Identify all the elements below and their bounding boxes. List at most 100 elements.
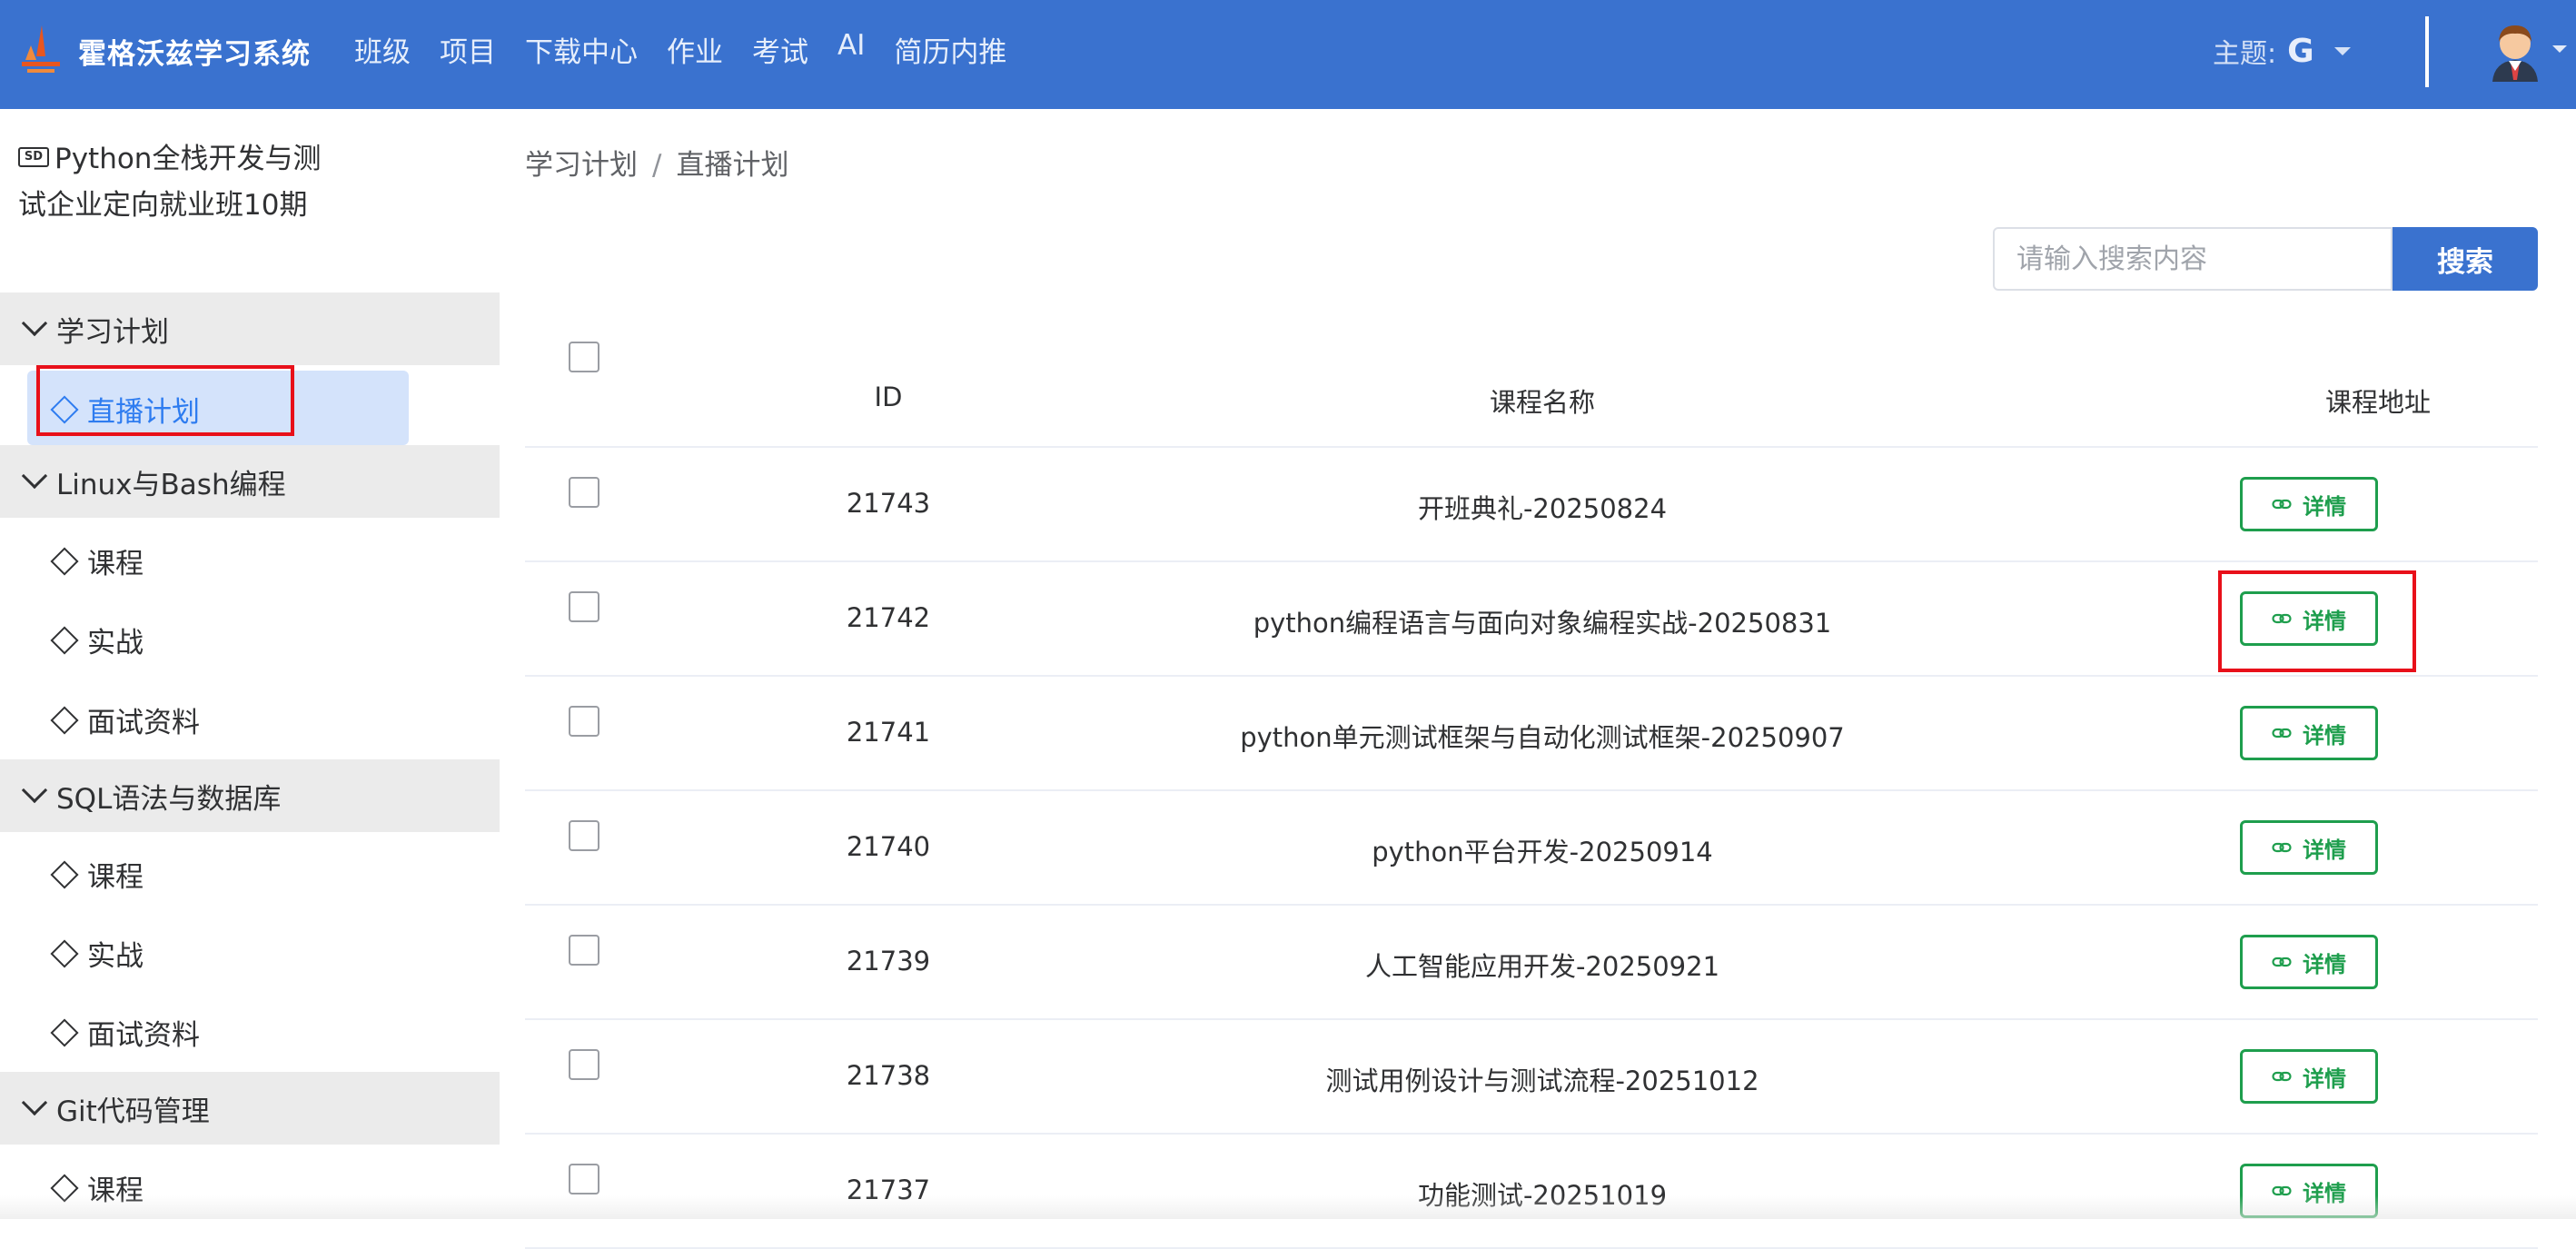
row-checkbox[interactable]: [569, 706, 599, 737]
bottom-fade: [0, 1195, 2576, 1219]
row-id: 21738: [846, 1060, 931, 1091]
breadcrumb-separator: /: [652, 149, 662, 182]
top-header: 霍格沃兹学习系统 班级 项目 下载中心 作业 考试 AI 简历内推 主题: G: [0, 0, 2576, 109]
sidebar-group-label: SQL语法与数据库: [56, 782, 282, 816]
sidebar-group-git[interactable]: Git代码管理: [0, 1072, 500, 1145]
sidebar-group-study-plan[interactable]: 学习计划: [0, 292, 500, 365]
sidebar-group-label: Git代码管理: [56, 1095, 210, 1128]
sidebar-item-sql-practice[interactable]: 实战: [50, 933, 144, 974]
row-name: 开班典礼-20250824: [1417, 493, 1668, 524]
header-url: 课程地址: [2324, 387, 2431, 418]
table-row: 21739 人工智能应用开发-20250921 详情: [525, 906, 2538, 1020]
chevron-down-icon: [21, 310, 48, 337]
sidebar-item-linux-practice[interactable]: 实战: [50, 620, 144, 660]
detail-label: 详情: [2303, 837, 2346, 863]
detail-button[interactable]: 详情: [2240, 820, 2378, 875]
course-title-text: Python全栈开发与测试企业定向就业班10期: [18, 143, 322, 222]
row-id: 21743: [846, 488, 931, 519]
row-checkbox[interactable]: [569, 591, 599, 622]
row-checkbox[interactable]: [569, 820, 599, 851]
link-icon: [2272, 957, 2292, 967]
table-row: 21737 功能测试-20251019 详情: [525, 1135, 2538, 1249]
row-id: 21741: [846, 717, 931, 748]
brand-title[interactable]: 霍格沃兹学习系统: [78, 31, 311, 72]
row-name: 测试用例设计与测试流程-20251012: [1325, 1066, 1759, 1096]
row-name: 人工智能应用开发-20250921: [1364, 951, 1720, 982]
row-id: 21742: [846, 602, 931, 633]
table-row: 21740 python平台开发-20250914 详情: [525, 791, 2538, 906]
row-checkbox[interactable]: [569, 1164, 599, 1194]
sidebar-item-label: 课程: [87, 548, 144, 580]
nav-resume[interactable]: 简历内推: [894, 29, 1006, 70]
table-row: 21743 开班典礼-20250824 详情: [525, 448, 2538, 562]
theme-switcher[interactable]: 主题: G: [2213, 31, 2351, 71]
nav-project[interactable]: 项目: [440, 29, 496, 70]
chevron-down-icon: [21, 1089, 48, 1116]
link-icon: [2272, 842, 2292, 853]
sidebar-item-label: 面试资料: [87, 707, 200, 739]
row-id: 21739: [846, 946, 931, 976]
diamond-icon: [50, 1017, 79, 1047]
sidebar-group-sql[interactable]: SQL语法与数据库: [0, 759, 500, 832]
detail-label: 详情: [2303, 493, 2346, 520]
diamond-icon: [50, 546, 79, 576]
highlight-box-live-plan: [36, 365, 294, 436]
sidebar-group-label: Linux与Bash编程: [56, 468, 286, 501]
diamond-icon: [50, 938, 79, 968]
highlight-box-detail: [2218, 570, 2416, 672]
chevron-down-icon: [21, 462, 48, 490]
theme-label: 主题:: [2213, 38, 2277, 70]
course-badge: SD: [18, 146, 49, 167]
avatar[interactable]: [2487, 16, 2543, 82]
sidebar: SD Python全栈开发与测试企业定向就业班10期 学习计划 直播计划 Linu…: [0, 109, 500, 1219]
detail-button[interactable]: 详情: [2240, 935, 2378, 989]
diamond-icon: [50, 705, 79, 735]
detail-button[interactable]: 详情: [2240, 1049, 2378, 1104]
table-row: 21741 python单元测试框架与自动化测试框架-20250907 详情: [525, 677, 2538, 791]
search-input[interactable]: [1993, 227, 2393, 291]
select-all-checkbox[interactable]: [569, 342, 599, 372]
link-icon: [2272, 728, 2292, 738]
table-header: ID 课程名称 课程地址: [525, 327, 2538, 448]
diamond-icon: [50, 625, 79, 655]
row-checkbox[interactable]: [569, 477, 599, 508]
row-name: python单元测试框架与自动化测试框架-20250907: [1240, 722, 1845, 753]
diamond-icon: [50, 859, 79, 889]
detail-label: 详情: [2303, 951, 2346, 977]
table-row: 21738 测试用例设计与测试流程-20251012 详情: [525, 1020, 2538, 1135]
chevron-down-icon: [21, 777, 48, 804]
header-divider: [2425, 16, 2429, 87]
nav-class[interactable]: 班级: [354, 29, 411, 70]
nav-download[interactable]: 下载中心: [525, 29, 638, 70]
sidebar-item-linux-interview[interactable]: 面试资料: [50, 699, 200, 740]
row-checkbox[interactable]: [569, 1049, 599, 1080]
sidebar-item-sql-course[interactable]: 课程: [50, 854, 144, 895]
nav-homework[interactable]: 作业: [667, 29, 723, 70]
main-nav: 班级 项目 下载中心 作业 考试 AI 简历内推: [354, 29, 1035, 70]
detail-button[interactable]: 详情: [2240, 477, 2378, 531]
header-name: 课程名称: [1489, 387, 1595, 418]
nav-exam[interactable]: 考试: [752, 29, 808, 70]
detail-label: 详情: [2303, 722, 2346, 748]
row-id: 21740: [846, 831, 931, 862]
link-icon: [2272, 1071, 2292, 1082]
breadcrumb-parent[interactable]: 学习计划: [525, 149, 638, 182]
course-table: ID 课程名称 课程地址 21743 开班典礼-20250824 详情 2174…: [525, 327, 2538, 1249]
sidebar-item-linux-course[interactable]: 课程: [50, 540, 144, 581]
link-icon: [2272, 499, 2292, 510]
nav-ai[interactable]: AI: [837, 29, 865, 70]
logo-icon: [22, 25, 60, 73]
sidebar-item-label: 实战: [87, 940, 144, 973]
avatar-chevron-down-icon[interactable]: [2552, 45, 2567, 53]
detail-button[interactable]: 详情: [2240, 706, 2378, 760]
sidebar-group-linux[interactable]: Linux与Bash编程: [0, 445, 500, 518]
course-title: SD Python全栈开发与测试企业定向就业班10期: [18, 136, 336, 229]
row-name: python平台开发-20250914: [1372, 837, 1713, 867]
row-checkbox[interactable]: [569, 935, 599, 966]
breadcrumb: 学习计划 / 直播计划: [525, 142, 788, 183]
sidebar-group-label: 学习计划: [56, 315, 169, 349]
theme-value: G: [2287, 32, 2314, 70]
sidebar-item-sql-interview[interactable]: 面试资料: [50, 1012, 200, 1053]
header-id: ID: [874, 382, 903, 412]
search-button[interactable]: 搜索: [2393, 227, 2538, 291]
